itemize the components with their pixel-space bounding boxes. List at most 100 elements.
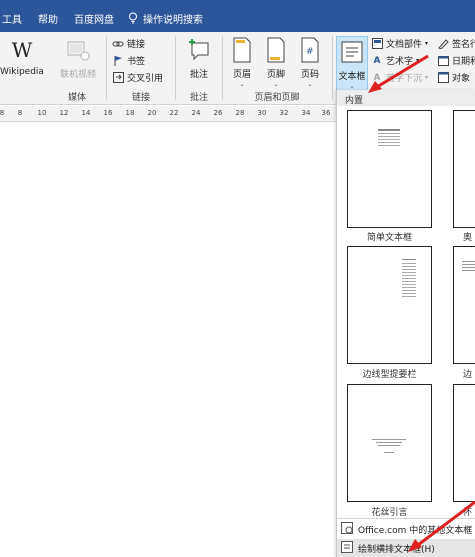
ruler-tick-label: 20 <box>147 109 157 117</box>
gallery-item-austin[interactable] <box>453 110 475 228</box>
thumb-text-lines <box>378 129 400 146</box>
textbox-icon <box>339 38 365 66</box>
cross-reference-button[interactable]: 交叉引用 <box>112 71 163 84</box>
cross-reference-icon <box>112 72 124 83</box>
gallery-label-filigree-quote: 花丝引言 <box>371 508 408 518</box>
thumb-text-lines <box>372 439 406 453</box>
header-button[interactable]: 页眉 ⌄ <box>226 36 258 88</box>
chevron-down-icon: ▾ <box>425 74 429 81</box>
ruler-tick-label: 12 <box>59 109 69 117</box>
date-time-button[interactable]: 日期和 <box>437 54 475 67</box>
office-more-textboxes[interactable]: Office.com 中的其他文本框 <box>337 520 475 538</box>
ruler-tick-label: 16 <box>103 109 113 117</box>
draw-horizontal-textbox[interactable]: 绘制横排文本框(H) <box>337 539 475 557</box>
ruler-tick-label: 10 <box>37 109 47 117</box>
gallery-item-filigree-quote[interactable] <box>347 384 432 502</box>
group-label-media: 媒体 <box>67 93 86 103</box>
tell-me-label: 操作说明搜索 <box>143 14 203 26</box>
ruler-tick-label: 30 <box>257 109 267 117</box>
svg-text:#: # <box>306 47 314 57</box>
group-media: W Wikipedia 联机视频 媒体 <box>0 32 106 105</box>
tab-baidu-netdisk[interactable]: 百度网盘 <box>66 11 122 26</box>
gallery-label-sidebar-2: 边 <box>463 370 473 380</box>
signature-line-button[interactable]: 签名行 <box>437 37 475 50</box>
ruler-tick-label: 34 <box>301 109 311 117</box>
new-comment-icon <box>186 36 212 64</box>
ruler-tick-label: 18 <box>125 109 135 117</box>
group-comments: 批注 批注 <box>177 32 221 105</box>
wikipedia-icon: W <box>11 38 33 62</box>
bookmark-flag-icon <box>112 55 124 66</box>
group-label-links: 链接 <box>131 93 150 103</box>
comment-button[interactable]: 批注 <box>179 36 219 80</box>
group-header-footer: 页眉 ⌄ 页脚 ⌄ # 页码 ⌄ 页眉和页脚 <box>224 32 330 105</box>
quick-parts-button[interactable]: 文档部件 ▾ <box>371 37 428 50</box>
thumb-text-lines <box>462 261 475 271</box>
ribbon-separator <box>106 36 107 100</box>
menu-divider <box>337 518 475 519</box>
gallery-section-builtin: 内置 <box>337 90 475 106</box>
chevron-down-icon: ▾ <box>416 57 420 64</box>
ruler-tick-label: 14 <box>81 109 91 117</box>
gallery-item-retrospect[interactable] <box>453 384 475 502</box>
draw-textbox-icon <box>341 540 353 556</box>
footer-button[interactable]: 页脚 ⌄ <box>260 36 292 88</box>
gallery-item-simple-textbox[interactable] <box>347 110 432 228</box>
chevron-down-icon: ⌄ <box>239 81 245 88</box>
office-com-icon <box>341 521 353 537</box>
ruler-tick-label: 8 <box>17 109 23 117</box>
group-links: 链接 书签 交叉引用 链接 <box>108 32 174 105</box>
ruler-tick-label: 28 <box>235 109 245 117</box>
group-label-header-footer: 页眉和页脚 <box>254 93 300 103</box>
link-button[interactable]: 链接 <box>112 37 145 50</box>
gallery-label-simple-textbox: 简单文本框 <box>366 233 412 243</box>
online-video-button[interactable]: 联机视频 <box>56 36 100 80</box>
calendar-icon <box>437 55 449 66</box>
tab-help[interactable]: 帮助 <box>30 11 66 26</box>
menu-bar: 工具 帮助 百度网盘 操作说明搜索 <box>0 4 475 32</box>
chevron-down-icon: ⌄ <box>273 81 279 88</box>
online-video-icon <box>65 36 91 64</box>
ribbon-separator <box>222 36 223 100</box>
quick-parts-icon <box>371 38 383 49</box>
bookmark-button[interactable]: 书签 <box>112 54 145 67</box>
ruler-tick-label: 32 <box>279 109 289 117</box>
page-number-icon: # <box>297 36 323 64</box>
gallery-item-sidebar-2[interactable] <box>453 246 475 364</box>
textbox-gallery-dropdown: 内置 简单文本框 奥 边线型提要栏 边 花丝引言 怀 Office.com 中的… <box>336 90 475 557</box>
gallery-label-sidebar: 边线型提要栏 <box>362 370 417 380</box>
lightbulb-icon <box>129 12 137 24</box>
page-number-button[interactable]: # 页码 ⌄ <box>294 36 326 88</box>
wikipedia-button[interactable]: W Wikipedia <box>0 36 44 77</box>
object-button[interactable]: 对象 <box>437 71 470 84</box>
dropcap-icon: A <box>373 72 381 83</box>
document-canvas[interactable] <box>0 122 336 557</box>
gallery-item-sidebar[interactable] <box>347 246 432 364</box>
ruler-tick-label: 24 <box>191 109 201 117</box>
ribbon-separator <box>332 36 333 100</box>
link-icon <box>112 38 124 49</box>
gallery-label-austin: 奥 <box>463 233 473 243</box>
thumb-text-lines <box>402 259 416 297</box>
gallery-label-retrospect: 怀 <box>463 508 473 518</box>
wordart-button[interactable]: A 艺术字 ▾ <box>371 54 420 68</box>
chevron-down-icon: ⌄ <box>307 81 313 88</box>
wordart-icon: A <box>373 55 381 66</box>
ruler-tick-label: 36 <box>321 109 331 117</box>
group-label-comments: 批注 <box>189 93 208 103</box>
signature-pen-icon <box>437 38 449 49</box>
textbox-button[interactable]: 文本框 ⌄ <box>336 36 368 92</box>
chevron-down-icon: ⌄ <box>349 83 355 90</box>
tell-me-search[interactable]: 操作说明搜索 <box>122 11 203 26</box>
ruler-tick-label: 22 <box>169 109 179 117</box>
ribbon-separator <box>175 36 176 100</box>
ruler-tick-label: 26 <box>213 109 223 117</box>
object-icon <box>437 72 449 83</box>
tab-tools[interactable]: 工具 <box>0 11 30 26</box>
header-page-icon <box>229 36 255 64</box>
horizontal-ruler[interactable]: 8 8 10 12 14 16 18 20 22 24 26 28 30 32 34 36 <box>0 106 336 122</box>
ruler-tick-label: 8 <box>0 109 5 117</box>
dropcap-button[interactable]: A 首字下沉 ▾ <box>371 71 429 85</box>
chevron-down-icon: ▾ <box>425 40 429 47</box>
footer-page-icon <box>263 36 289 64</box>
